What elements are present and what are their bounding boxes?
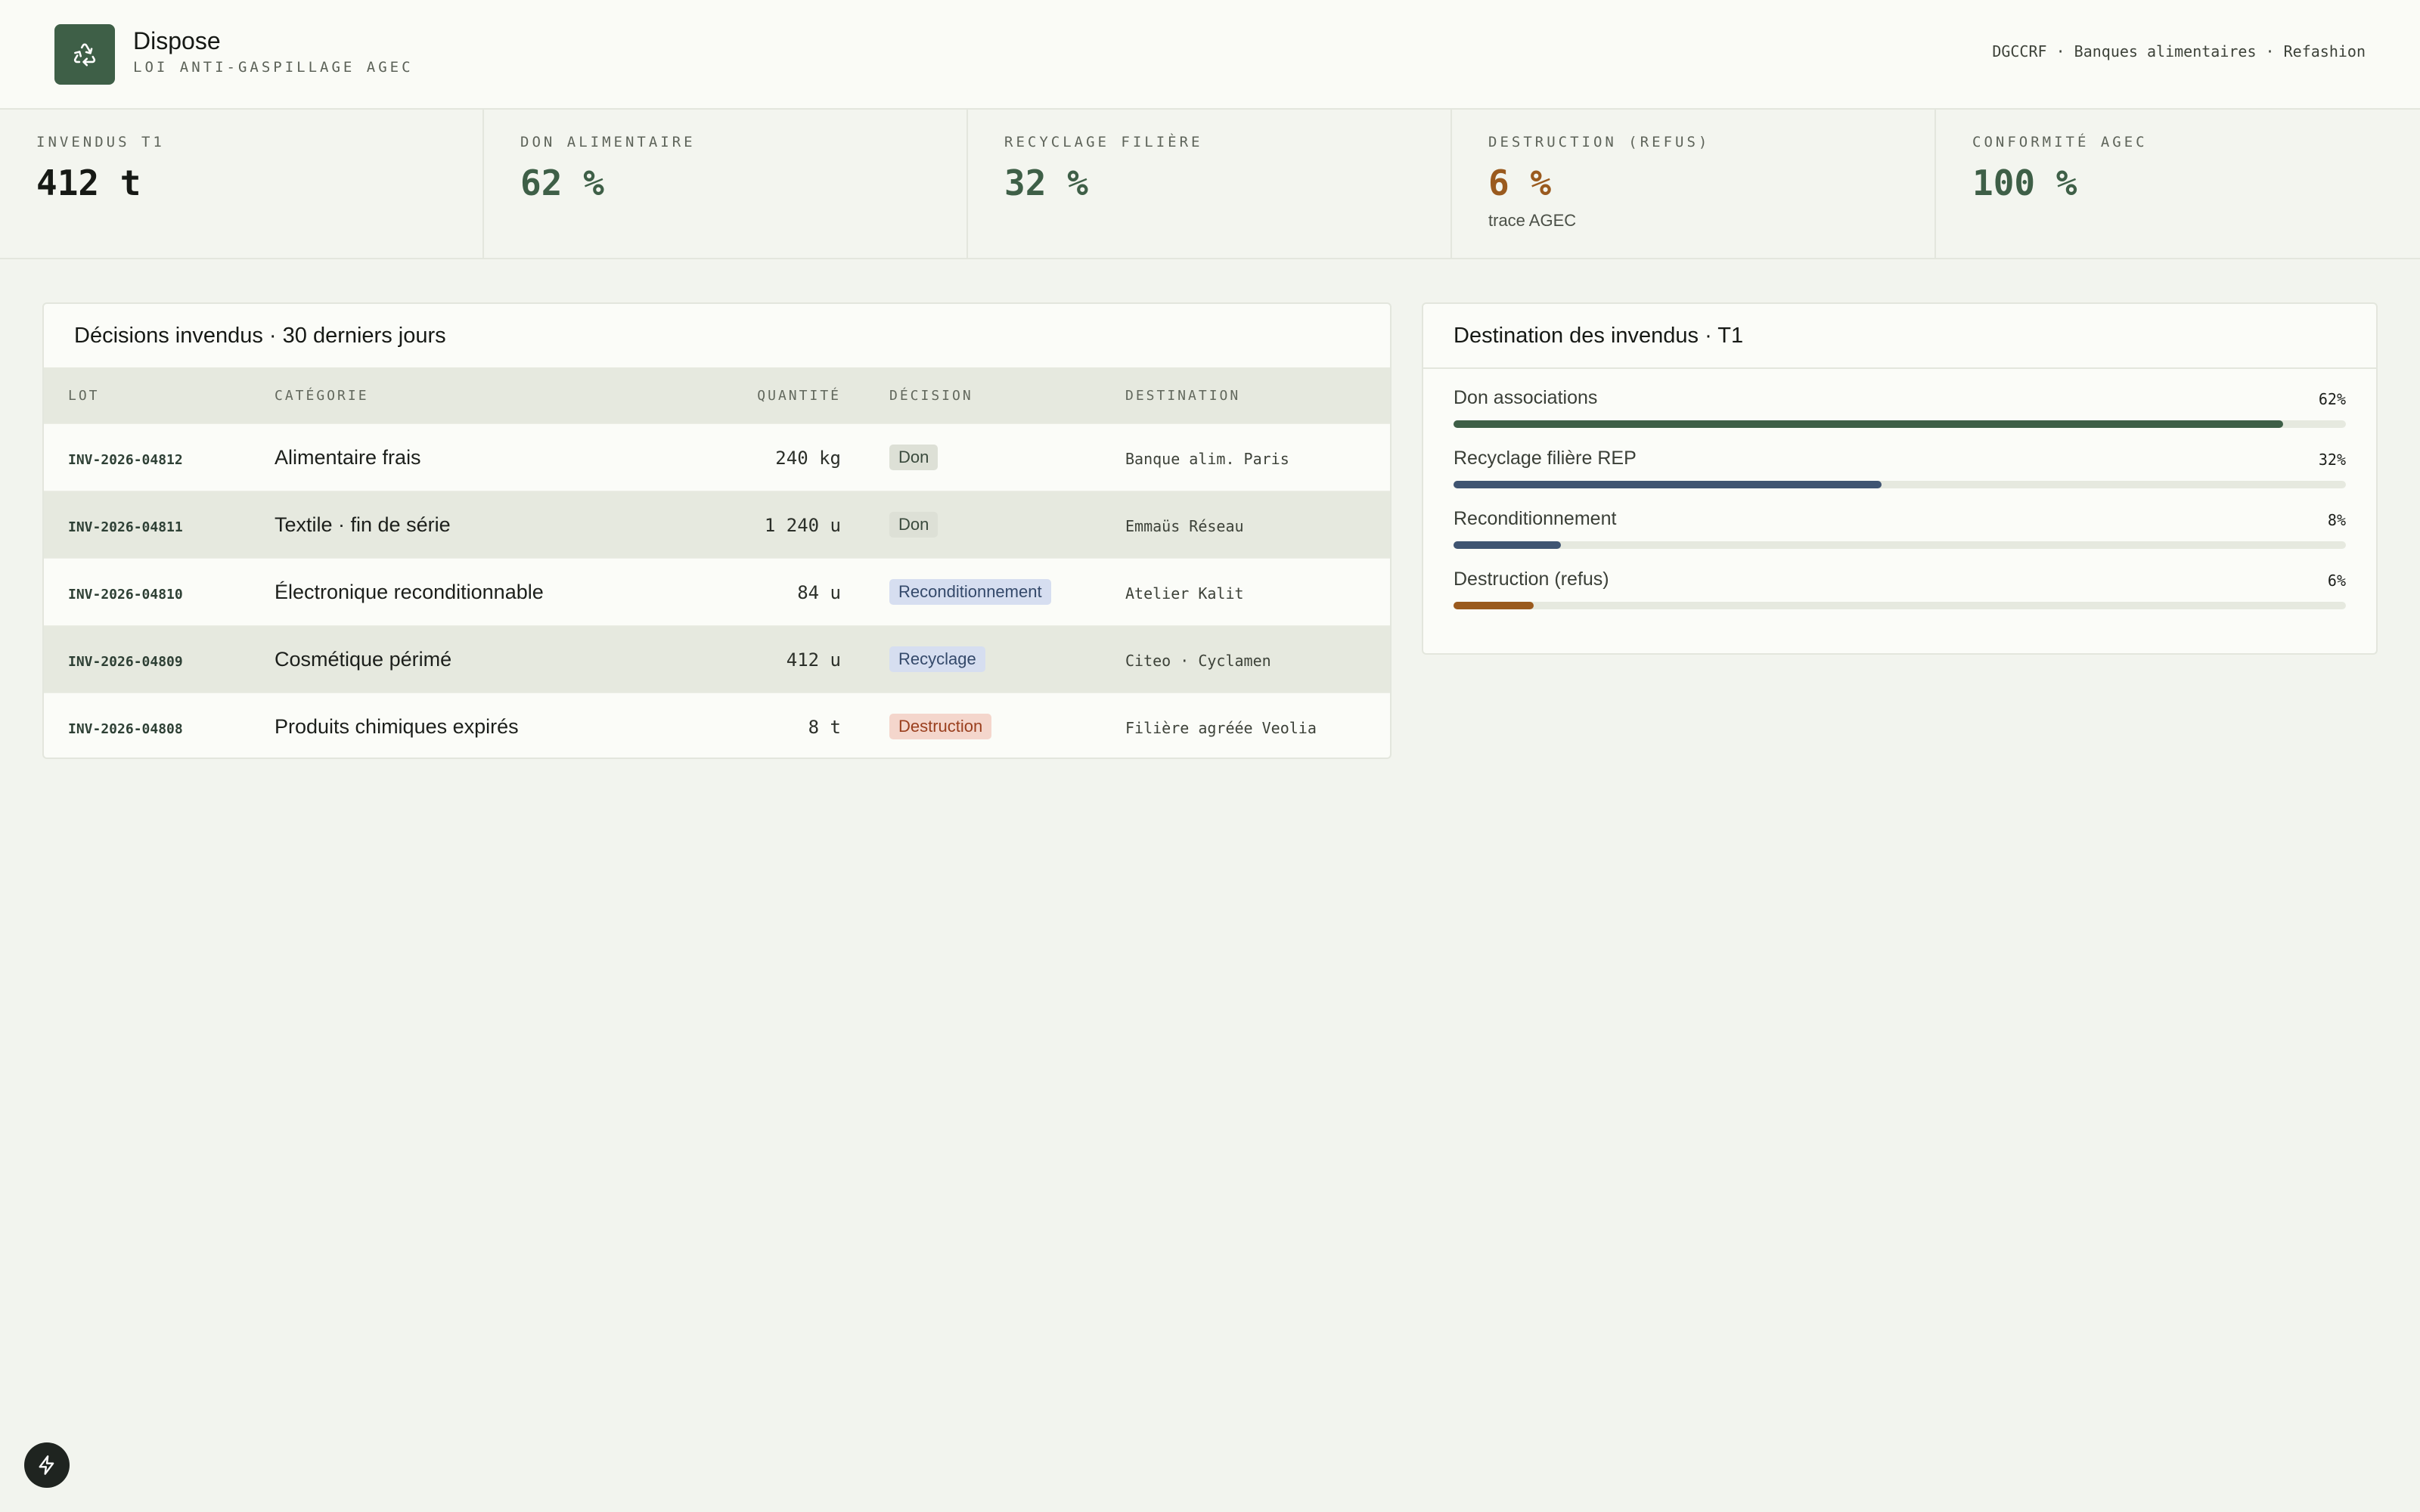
kpi-value: 100 % <box>1972 163 2077 203</box>
lot-id: INV-2026-04810 <box>68 586 183 603</box>
bar-label: Recyclage filière REP <box>1454 448 1637 469</box>
bar-fill <box>1454 420 2284 428</box>
kpi-value: 32 % <box>1004 163 1088 203</box>
kpi-conformite: CONFORMITÉ AGEC 100 % <box>1936 110 2420 258</box>
bar-fill <box>1454 481 1882 488</box>
lot-id: INV-2026-04808 <box>68 720 183 737</box>
lot-id: INV-2026-04811 <box>68 519 183 535</box>
bar-fill <box>1454 541 1561 549</box>
category: Cosmétique périmé <box>275 647 452 671</box>
kpi-value: 62 % <box>520 163 604 203</box>
app-title: Dispose <box>133 27 221 54</box>
bar-item: Destruction (refus) 6% <box>1454 550 2346 611</box>
column-header-destination[interactable]: DESTINATION <box>1125 388 1390 404</box>
quantity: 1 240 u <box>764 514 841 536</box>
destination: Citeo · Cyclamen <box>1125 651 1271 670</box>
decision-badge: Don <box>889 512 939 538</box>
decisions-title: Décisions invendus · 30 derniers jours <box>74 324 446 348</box>
top-header: Dispose LOI ANTI-GASPILLAGE AGEC DGCCRF … <box>0 0 2420 110</box>
table-row[interactable]: INV-2026-04809 Cosmétique périmé 412 u R… <box>44 625 1390 692</box>
destination-title: Destination des invendus · T1 <box>1423 304 2376 369</box>
column-header-decision[interactable]: DÉCISION <box>853 388 1125 404</box>
recycle-icon <box>73 43 96 67</box>
kpi-value: 412 t <box>36 163 141 203</box>
category: Textile · fin de série <box>275 513 451 536</box>
table-header: LOT CATÉGORIE QUANTITÉ DÉCISION DESTINAT… <box>44 367 1390 423</box>
lightning-icon <box>39 1455 54 1475</box>
app-subtitle: LOI ANTI-GASPILLAGE AGEC <box>133 59 414 76</box>
destination: Banque alim. Paris <box>1125 449 1289 468</box>
destination: Filière agréée Veolia <box>1125 718 1317 737</box>
bar-track <box>1454 481 2346 488</box>
quantity: 240 kg <box>775 447 841 469</box>
kpi-don-alimentaire: DON ALIMENTAIRE 62 % <box>484 110 968 258</box>
app-logo[interactable] <box>54 24 115 85</box>
kpi-label: RECYCLAGE FILIÈRE <box>1004 134 1203 150</box>
bar-track <box>1454 602 2346 609</box>
bar-item: Reconditionnement 8% <box>1454 490 2346 550</box>
kpi-label: DON ALIMENTAIRE <box>520 134 696 150</box>
bar-item: Recyclage filière REP 32% <box>1454 429 2346 490</box>
table-row[interactable]: INV-2026-04810 Électronique reconditionn… <box>44 558 1390 625</box>
decision-badge: Recyclage <box>889 646 985 672</box>
bar-label: Destruction (refus) <box>1454 569 1609 590</box>
kpi-strip: INVENDUS T1 412 t DON ALIMENTAIRE 62 % R… <box>0 110 2420 259</box>
column-header-quantity[interactable]: QUANTITÉ <box>616 388 853 404</box>
quick-action-button[interactable] <box>24 1442 70 1488</box>
quantity: 412 u <box>786 649 841 671</box>
lot-id: INV-2026-04812 <box>68 451 183 468</box>
bar-percentage: 62% <box>2318 390 2346 408</box>
table-row[interactable]: INV-2026-04811 Textile · fin de série 1 … <box>44 491 1390 558</box>
decision-badge: Reconditionnement <box>889 579 1051 605</box>
kpi-value: 6 % <box>1488 163 1552 203</box>
bar-item: Don associations 62% <box>1454 369 2346 429</box>
bar-track <box>1454 420 2346 428</box>
column-header-lot[interactable]: LOT <box>44 388 275 404</box>
kpi-label: CONFORMITÉ AGEC <box>1972 134 2148 150</box>
bar-percentage: 6% <box>2327 572 2346 590</box>
bar-label: Don associations <box>1454 387 1598 408</box>
lot-id: INV-2026-04809 <box>68 653 183 670</box>
column-header-category[interactable]: CATÉGORIE <box>275 388 616 404</box>
kpi-label: INVENDUS T1 <box>36 134 165 150</box>
destination-bars: Don associations 62% Recyclage filière R… <box>1423 369 2376 611</box>
category: Électronique reconditionnable <box>275 580 544 603</box>
bar-label: Reconditionnement <box>1454 508 1617 529</box>
quantity: 8 t <box>808 716 841 738</box>
table-row[interactable]: INV-2026-04808 Produits chimiques expiré… <box>44 692 1390 758</box>
bar-percentage: 32% <box>2318 451 2346 469</box>
kpi-destruction: DESTRUCTION (REFUS) 6 % trace AGEC <box>1452 110 1936 258</box>
destination: Atelier Kalit <box>1125 584 1244 603</box>
header-links[interactable]: DGCCRF · Banques alimentaires · Refashio… <box>1992 42 2366 60</box>
destination: Emmaüs Réseau <box>1125 516 1244 535</box>
bar-fill <box>1454 602 1534 609</box>
kpi-note: trace AGEC <box>1488 211 1577 230</box>
category: Produits chimiques expirés <box>275 714 519 738</box>
decisions-panel: Décisions invendus · 30 derniers jours L… <box>42 302 1392 759</box>
decision-badge: Don <box>889 445 939 470</box>
table-row[interactable]: INV-2026-04812 Alimentaire frais 240 kg … <box>44 423 1390 491</box>
kpi-recyclage: RECYCLAGE FILIÈRE 32 % <box>968 110 1452 258</box>
category: Alimentaire frais <box>275 445 421 469</box>
kpi-invendus: INVENDUS T1 412 t <box>0 110 484 258</box>
bar-track <box>1454 541 2346 549</box>
decision-badge: Destruction <box>889 714 992 739</box>
quantity: 84 u <box>797 581 841 603</box>
bar-percentage: 8% <box>2327 511 2346 529</box>
destination-panel: Destination des invendus · T1 Don associ… <box>1422 302 2378 655</box>
kpi-label: DESTRUCTION (REFUS) <box>1488 134 1711 150</box>
